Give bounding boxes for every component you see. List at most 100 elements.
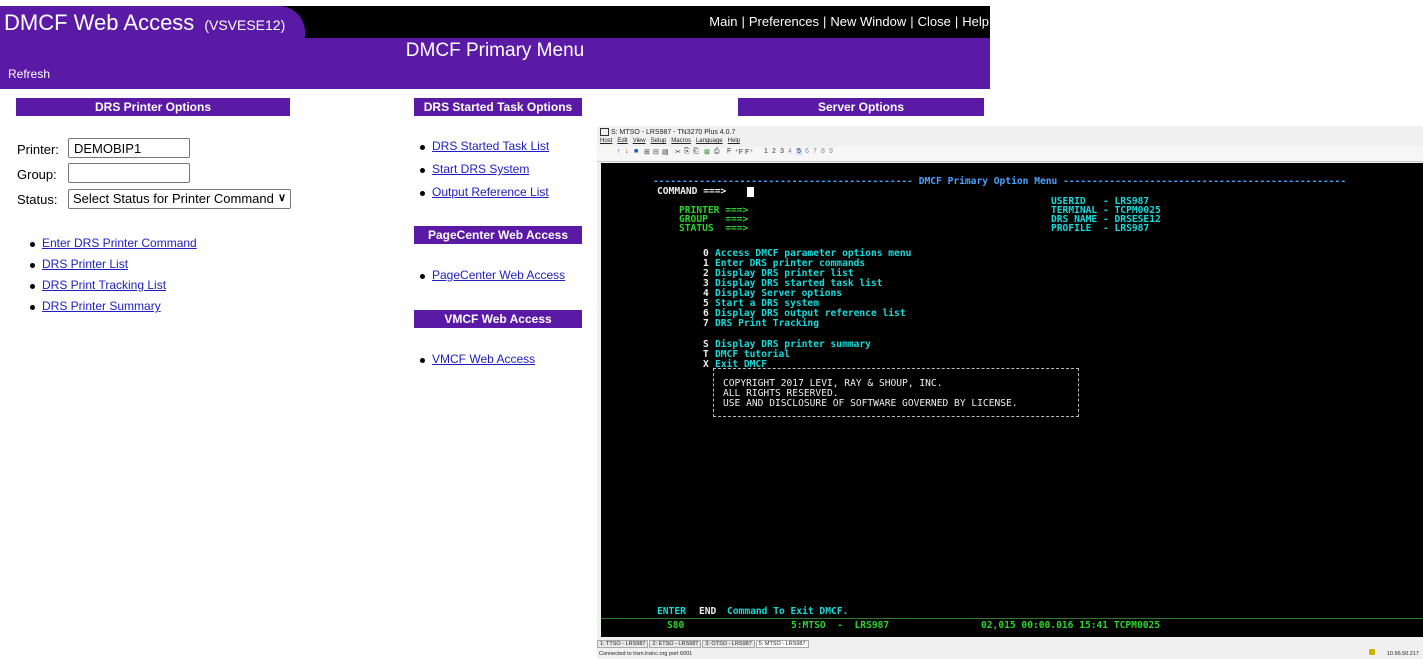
enter-printer-command-link[interactable]: Enter DRS Printer Command — [42, 236, 197, 250]
menu-view[interactable]: View — [633, 138, 646, 144]
new-window-link[interactable]: New Window — [830, 14, 906, 29]
session-8-button[interactable]: 8 — [821, 148, 825, 155]
list-item: DRS Print Tracking List — [25, 278, 285, 292]
grid-icon[interactable]: ⊞ — [644, 148, 650, 156]
list-item: DRS Started Task List — [415, 139, 595, 153]
list-item: DRS Printer List — [25, 257, 285, 271]
font-larger-icon[interactable]: ⁺F — [735, 148, 743, 156]
vmcf-link[interactable]: VMCF Web Access — [432, 352, 535, 366]
printer-input[interactable] — [68, 138, 190, 158]
vmcf-heading: VMCF Web Access — [414, 310, 582, 328]
save-icon[interactable]: ■ — [634, 148, 638, 155]
option-key: X — [703, 359, 709, 370]
oia-status: 02,015 00:00.016 15:41 TCPM0025 — [981, 620, 1161, 631]
box-icon[interactable]: ⊠ — [704, 148, 710, 156]
list-item: Output Reference List — [415, 185, 595, 199]
text-cursor[interactable] — [747, 187, 754, 197]
top-nav: Main | Preferences | New Window | Close | Help — [709, 14, 989, 29]
started-task-links: DRS Started Task List Start DRS System O… — [415, 139, 595, 199]
help-link[interactable]: Help — [962, 14, 989, 29]
app-title-text: DMCF Web Access — [4, 10, 195, 35]
menu-macros[interactable]: Macros — [671, 138, 691, 144]
menu-language[interactable]: Language — [696, 138, 723, 144]
session-6-button[interactable]: 6 — [805, 148, 809, 155]
session-4-button[interactable]: 4 — [788, 148, 792, 155]
terminal-toolbar: ↑ ↓ ■ ⊞ ⊟ ▤ ✂ ⎘ ⎗ ⊠ ⎙ F ⁺F F⁺ 1 2 3 4 5 … — [597, 147, 1423, 162]
page-title: DMCF Primary Menu — [405, 40, 585, 61]
list-item: VMCF Web Access — [415, 352, 595, 366]
list-item: Start DRS System — [415, 162, 595, 176]
session-tab[interactable]: 1: TTSO - LRS987 — [597, 640, 649, 648]
printer-links: Enter DRS Printer Command DRS Printer Li… — [25, 236, 285, 313]
session-1-button[interactable]: 1 — [764, 148, 768, 155]
menu-setup[interactable]: Setup — [651, 138, 667, 144]
output-reference-link[interactable]: Output Reference List — [432, 185, 549, 199]
connection-status: Connected to lrsm.lrsinc.org port 6001 — [599, 651, 693, 657]
group-label: Group: — [17, 167, 57, 182]
session-tabs: 1: TTSO - LRS987 2: ETSO - LRS987 3: OTSO … — [597, 640, 1423, 650]
terminal-menubar: Host Edit View Setup Macros Language Help — [600, 138, 745, 144]
menu-edit[interactable]: Edit — [617, 138, 627, 144]
paste-icon[interactable]: ⎗ — [693, 148, 699, 156]
arrow-down-icon[interactable]: ↓ — [625, 148, 629, 155]
window-icon — [600, 128, 609, 136]
pagecenter-links: PageCenter Web Access — [415, 268, 595, 282]
print-icon[interactable]: ⎙ — [714, 148, 720, 156]
chevron-down-icon: ∨ — [277, 192, 286, 204]
menu-help[interactable]: Help — [728, 138, 740, 144]
group-input[interactable] — [68, 163, 190, 183]
printer-options-heading: DRS Printer Options — [16, 98, 290, 116]
status-select[interactable]: Select Status for Printer Command ∨ — [68, 189, 291, 209]
started-task-heading: DRS Started Task Options — [414, 98, 582, 116]
printer-summary-link[interactable]: DRS Printer Summary — [42, 299, 161, 313]
start-drs-system-link[interactable]: Start DRS System — [432, 162, 529, 176]
close-link[interactable]: Close — [918, 14, 951, 29]
menu-host[interactable]: Host — [600, 138, 612, 144]
preferences-link[interactable]: Preferences — [749, 14, 819, 29]
arrow-up-icon[interactable]: ↑ — [617, 148, 621, 155]
page-icon[interactable]: ▤ — [662, 148, 669, 156]
grid-alt-icon[interactable]: ⊟ — [653, 148, 659, 156]
copy-icon[interactable]: ⎘ — [684, 148, 690, 156]
font-icon[interactable]: F — [727, 148, 731, 155]
refresh-link[interactable]: Refresh — [8, 67, 50, 81]
footer-enter: ENTER — [657, 606, 686, 617]
list-item: Enter DRS Printer Command — [25, 236, 285, 250]
list-item: PageCenter Web Access — [415, 268, 595, 282]
copyright-line: USE AND DISCLOSURE OF SOFTWARE GOVERNED … — [723, 398, 1018, 409]
print-tracking-link[interactable]: DRS Print Tracking List — [42, 278, 166, 292]
profile-value: PROFILE - LRS987 — [1051, 223, 1150, 234]
status-label: Status: — [17, 192, 58, 207]
started-task-list-link[interactable]: DRS Started Task List — [432, 139, 549, 153]
pagecenter-heading: PageCenter Web Access — [414, 226, 582, 244]
option-text: DRS Print Tracking — [715, 318, 819, 329]
session-tab-active[interactable]: 5: MTSO - LRS987 — [755, 640, 809, 648]
session-2-button[interactable]: 2 — [772, 148, 776, 155]
oia-session: 5:MTSO - LRS987 — [791, 620, 890, 631]
session-tab[interactable]: 2: ETSO - LRS987 — [649, 640, 702, 648]
ip-address: 10.96.50.217 — [1386, 651, 1419, 657]
lock-icon — [1369, 649, 1375, 655]
option-key: 7 — [703, 318, 709, 329]
command-label: COMMAND ===> — [657, 186, 727, 197]
session-5-button[interactable]: 5 — [796, 148, 802, 155]
session-3-button[interactable]: 3 — [780, 148, 784, 155]
status-select-value: Select Status for Printer Command — [73, 191, 274, 206]
oia-indicator: S80 — [667, 620, 685, 631]
pagecenter-link[interactable]: PageCenter Web Access — [432, 268, 565, 282]
cut-icon[interactable]: ✂ — [675, 148, 681, 156]
session-tab[interactable]: 3: OTSO - LRS987 — [702, 640, 755, 648]
terminal-title-text: S: MTSO - LRS987 - TN3270 Plus 4.0.7 — [611, 128, 736, 136]
printer-label: Printer: — [17, 142, 59, 157]
terminal-screen[interactable]: ----------------------------------------… — [601, 163, 1423, 637]
footer-end: END — [699, 606, 717, 617]
app-title: DMCF Web Access (VSVESE12) — [4, 10, 285, 36]
printer-list-link[interactable]: DRS Printer List — [42, 257, 128, 271]
font-smaller-icon[interactable]: F⁺ — [745, 148, 753, 156]
server-options-heading: Server Options — [738, 98, 984, 116]
host-name: (VSVESE12) — [204, 17, 286, 33]
session-7-button[interactable]: 7 — [813, 148, 817, 155]
session-9-button[interactable]: 9 — [829, 148, 833, 155]
main-link[interactable]: Main — [709, 14, 737, 29]
vmcf-links: VMCF Web Access — [415, 352, 595, 366]
